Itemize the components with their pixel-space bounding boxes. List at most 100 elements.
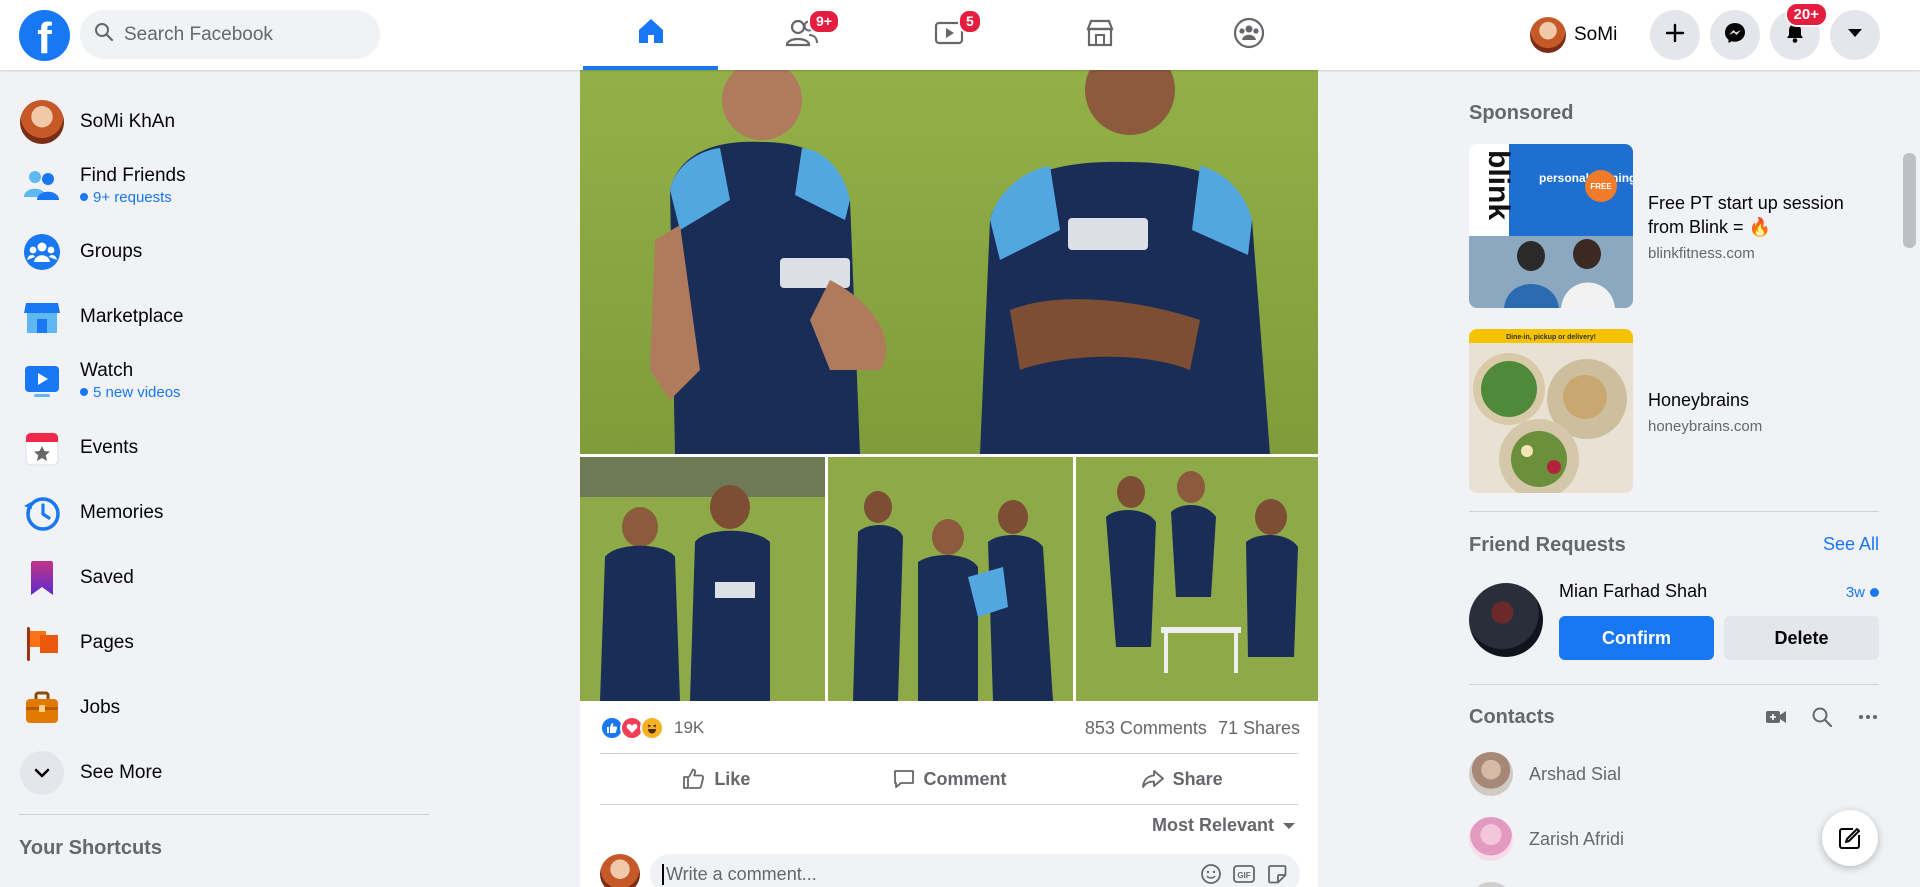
compose-icon — [1839, 828, 1860, 849]
account-menu-button[interactable] — [1830, 10, 1880, 60]
sidebar-item-pages[interactable]: Pages — [19, 613, 429, 673]
sidebar-item-find-friends[interactable]: Find Friends 9+ requests — [19, 155, 429, 215]
ad-image: Dine-in, pickup or delivery! — [1469, 329, 1633, 493]
sidebar-item-label: Find Friends — [80, 164, 186, 186]
sidebar-divider — [19, 814, 429, 815]
contact-item[interactable] — [1469, 879, 1513, 887]
confirm-button[interactable]: Confirm — [1559, 616, 1714, 660]
notifications-button[interactable]: 20+ — [1770, 2, 1828, 60]
groups-icon — [19, 229, 65, 275]
sidebar-item-events[interactable]: Events — [19, 418, 429, 478]
friend-request-name[interactable]: Mian Farhad Shah — [1559, 581, 1707, 602]
caret-down-icon — [1283, 822, 1295, 829]
thumbs-up-icon — [683, 768, 705, 789]
comment-composer: GIF — [600, 852, 1300, 887]
shares-count[interactable]: 71 Shares — [1218, 718, 1300, 738]
sidebar-item-watch[interactable]: Watch 5 new videos — [19, 350, 429, 410]
sidebar-item-groups[interactable]: Groups — [19, 222, 429, 282]
avatar — [1530, 17, 1566, 53]
contact-name: Arshad Sial — [1529, 763, 1622, 784]
search-box[interactable] — [80, 10, 380, 59]
tab-friends[interactable]: 9+ — [734, 0, 869, 70]
avatar[interactable] — [1469, 583, 1543, 657]
ad-url: honeybrains.com — [1648, 417, 1763, 435]
feed-post: 19K 853 Comments 71 Shares Like Comment … — [580, 70, 1318, 887]
post-photo-thumb[interactable] — [1076, 457, 1318, 701]
search-icon — [94, 22, 114, 47]
share-label: Share — [1172, 768, 1223, 789]
new-message-button[interactable] — [1822, 810, 1878, 866]
sponsored-ad[interactable]: Dine-in, pickup or delivery! Honeybrains… — [1469, 329, 1879, 493]
post-photo-thumb[interactable] — [580, 457, 825, 701]
sticker-icon[interactable] — [1266, 863, 1288, 885]
plus-icon — [1665, 23, 1685, 48]
briefcase-icon — [19, 685, 65, 731]
reaction-count[interactable]: 19K — [674, 718, 704, 738]
tab-marketplace[interactable] — [1032, 0, 1167, 70]
avatar — [1469, 882, 1513, 887]
sidebar-item-label: Watch — [80, 359, 134, 381]
scrollbar-thumb[interactable] — [1903, 153, 1916, 248]
like-button[interactable]: Like — [600, 754, 833, 804]
caret-down-icon — [1846, 26, 1864, 44]
sidebar-item-label: See More — [80, 762, 163, 783]
haha-reaction-icon — [640, 716, 664, 740]
sidebar-item-sublabel: 5 new videos — [93, 383, 181, 401]
sidebar-item-label: Jobs — [80, 697, 121, 718]
messenger-button[interactable] — [1710, 10, 1760, 60]
search-icon[interactable] — [1811, 706, 1833, 728]
post-photo-thumb[interactable] — [828, 457, 1073, 701]
more-options-icon[interactable] — [1857, 706, 1879, 728]
sidebar-item-jobs[interactable]: Jobs — [19, 678, 429, 738]
comment-button[interactable]: Comment — [833, 754, 1066, 804]
tab-home[interactable] — [583, 0, 718, 70]
tab-watch[interactable]: 5 — [882, 0, 1017, 70]
search-input[interactable] — [124, 23, 354, 46]
contact-item[interactable]: Arshad Sial — [1469, 749, 1621, 799]
comment-input[interactable] — [662, 863, 1200, 885]
contacts-title: Contacts — [1469, 706, 1555, 728]
avatar — [600, 854, 640, 887]
sidebar-item-saved[interactable]: Saved — [19, 548, 429, 608]
create-button[interactable] — [1650, 10, 1700, 60]
ad-title: Free PT start up session from Blink = 🔥 — [1648, 192, 1844, 237]
comment-sort-dropdown[interactable]: Most Relevant — [1152, 815, 1296, 836]
emoji-icon[interactable] — [1200, 863, 1222, 885]
request-time-label: 3w — [1845, 584, 1865, 601]
clock-history-icon — [19, 490, 65, 536]
facebook-logo[interactable]: f — [19, 10, 70, 61]
svg-text:FREE: FREE — [1590, 182, 1612, 191]
tab-groups[interactable] — [1181, 0, 1316, 70]
delete-button[interactable]: Delete — [1724, 616, 1879, 660]
see-all-link[interactable]: See All — [1823, 534, 1879, 555]
home-icon — [635, 15, 667, 52]
video-call-icon[interactable] — [1765, 706, 1787, 728]
profile-chip[interactable]: SoMi — [1530, 13, 1617, 57]
sidebar-item-profile[interactable]: SoMi KhAn — [19, 92, 429, 152]
section-divider — [1469, 511, 1879, 512]
watch-icon — [19, 357, 65, 403]
friends-icon — [19, 162, 65, 208]
section-divider — [1469, 684, 1879, 685]
sidebar-item-label: Groups — [80, 241, 143, 262]
sidebar-item-memories[interactable]: Memories — [19, 483, 429, 543]
svg-text:Dine-in, pickup or delivery!: Dine-in, pickup or delivery! — [1506, 334, 1596, 341]
sidebar-item-label: SoMi KhAn — [80, 111, 176, 132]
sidebar-item-marketplace[interactable]: Marketplace — [19, 287, 429, 347]
comments-count[interactable]: 853 Comments — [1085, 718, 1207, 738]
marketplace-icon — [1084, 17, 1116, 54]
share-icon — [1141, 770, 1164, 788]
post-photo-main[interactable] — [580, 70, 1318, 454]
ad-image: blink personal training FREE — [1469, 144, 1633, 308]
like-label: Like — [714, 768, 751, 789]
post-reactions-summary: 19K 853 Comments 71 Shares — [600, 710, 1300, 746]
gif-icon[interactable]: GIF — [1232, 863, 1256, 885]
contact-item[interactable]: Zarish Afridi — [1469, 814, 1624, 864]
sidebar-item-label: Marketplace — [80, 306, 184, 327]
contact-name: Zarish Afridi — [1529, 828, 1625, 849]
sort-label: Most Relevant — [1151, 815, 1274, 835]
share-button[interactable]: Share — [1065, 754, 1298, 804]
comment-label: Comment — [923, 768, 1007, 789]
sidebar-see-more[interactable]: See More — [19, 743, 429, 803]
sponsored-ad[interactable]: blink personal training FREE Free PT sta… — [1469, 144, 1879, 308]
